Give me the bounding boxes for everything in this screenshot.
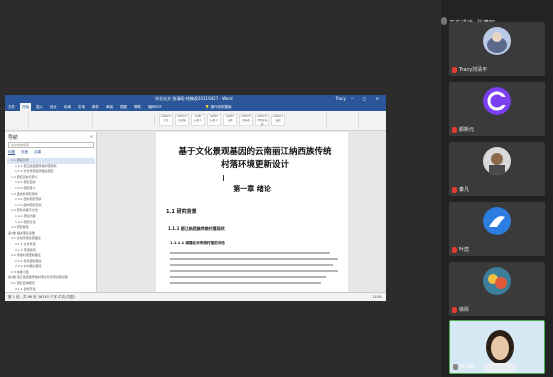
- mic-muted-icon: [452, 127, 457, 133]
- text-line: [170, 252, 330, 254]
- participant-tile[interactable]: 颜新元: [449, 82, 545, 136]
- participant-tile[interactable]: 秦凡: [449, 142, 545, 196]
- participant-tile[interactable]: Tracy刘清平: [449, 22, 545, 76]
- mic-muted-icon: [452, 307, 457, 313]
- ribbon-tabs: 文件 开始 插入 设计 布局 引用 邮件 审阅 视图 帮助 福昕PDF 💡 操作…: [5, 103, 386, 111]
- participant-name: 徐彤: [459, 307, 470, 313]
- text-line: [170, 258, 338, 260]
- avatar: [483, 27, 511, 55]
- style-normal[interactable]: AaBbCcI 正文: [159, 114, 173, 126]
- participant-panel: 正在讲话: 张清昭 Tracy刘清平 颜新元 秦凡 叶蕊 徐彤: [441, 0, 553, 377]
- style-name: 不明显强调: [256, 119, 267, 126]
- heading-2: 1.1.1 丽江纳西族传统村落现状: [168, 226, 225, 231]
- participant-name: 颜新元: [459, 127, 475, 133]
- tab-mailings[interactable]: 邮件: [92, 103, 99, 111]
- paragraph-group[interactable]: [95, 113, 155, 127]
- tab-help[interactable]: 帮助: [134, 103, 141, 111]
- heading-3: 1.1.1.1 城镇化对传统村落的冲击: [170, 241, 225, 245]
- tab-foxit-pdf[interactable]: 福昕PDF: [148, 103, 162, 111]
- style-name: 正文: [163, 119, 169, 122]
- avatar: [483, 147, 511, 175]
- participant-tile-active[interactable]: 张清昭: [449, 320, 545, 374]
- document-heading: 基于文化景观基因的云南丽江纳西族传统 村落环境更新设计: [170, 146, 340, 172]
- clipboard-group[interactable]: [7, 113, 29, 127]
- title-line-1: 基于文化景观基因的云南丽江纳西族传统: [178, 147, 332, 157]
- navigation-pane: 导航 ✕ 在文档中搜索 标题 页面 结果 1.1 研究背景 1.1.1 丽江纳西族…: [5, 132, 97, 301]
- participant-name: 叶蕊: [459, 247, 470, 253]
- style-emphasis[interactable]: AaBbCcI 强调: [271, 114, 285, 126]
- zoom-level[interactable]: 110%: [372, 293, 382, 301]
- text-line: [170, 270, 338, 272]
- tab-insert[interactable]: 插入: [36, 103, 43, 111]
- word-window: 毕业论文-张清昭-终稿改20210427 - Word Tracy ─ □ ✕ …: [5, 95, 386, 301]
- mic-muted-icon: [452, 67, 457, 73]
- nav-search-input[interactable]: 在文档中搜索: [8, 142, 94, 148]
- close-icon[interactable]: ✕: [90, 134, 93, 139]
- tell-me-search[interactable]: 💡 操作说明搜索: [205, 104, 231, 110]
- document-canvas: 基于文化景观基因的云南丽江纳西族传统 村落环境更新设计 第一章 绪论 1.1 研…: [98, 132, 386, 292]
- tab-file[interactable]: 文件: [8, 103, 15, 111]
- text-line: [170, 276, 327, 278]
- font-group[interactable]: [31, 113, 93, 127]
- tab-review[interactable]: 审阅: [106, 103, 113, 111]
- heading-1: 1.1 研究背景: [166, 209, 197, 215]
- text-cursor: [223, 175, 224, 181]
- tab-references[interactable]: 引用: [78, 103, 85, 111]
- nav-tab-pages[interactable]: 页面: [21, 150, 28, 154]
- avatar: [483, 267, 511, 295]
- style-name: 副标题: [242, 119, 250, 122]
- text-line: [170, 282, 322, 284]
- tab-view[interactable]: 视图: [120, 103, 127, 111]
- document-title: 毕业论文-张清昭-终稿改20210427 - Word: [155, 96, 233, 101]
- participant-tile[interactable]: 叶蕊: [449, 202, 545, 256]
- tab-home[interactable]: 开始: [20, 103, 31, 111]
- status-bar: 第 1 页，共 66 页 36245 个字 中文(中国) 110%: [5, 292, 386, 301]
- word-titlebar: 毕业论文-张清昭-终稿改20210427 - Word Tracy ─ □ ✕: [5, 95, 386, 103]
- nav-title: 导航: [8, 135, 19, 141]
- nav-heading-list: 1.1 研究背景 1.1.1 丽江纳西族传统村落现状 1.1.2 文化景观基因相关研…: [7, 158, 95, 301]
- participant-name: Tracy刘清平: [459, 67, 488, 73]
- avatar: [483, 207, 511, 235]
- chapter-title: 第一章 绪论: [233, 184, 271, 193]
- speaker-icon: [441, 17, 447, 25]
- style-name: 标题 1: [194, 119, 202, 122]
- nav-tabs: 标题 页面 结果: [8, 150, 46, 155]
- window-controls[interactable]: ─ □ ✕: [351, 95, 383, 103]
- tell-me-label: 操作说明搜索: [210, 105, 232, 109]
- shared-screen: 毕业论文-张清昭-终稿改20210427 - Word Tracy ─ □ ✕ …: [0, 0, 441, 377]
- style-title[interactable]: AaBbC 标题: [223, 114, 237, 126]
- text-line: [170, 264, 333, 266]
- style-name: 标题: [227, 119, 233, 122]
- style-subtle-emphasis[interactable]: AaBbCcI 不明显强调: [255, 114, 269, 126]
- editing-group[interactable]: [291, 113, 327, 127]
- style-name: 强调: [275, 119, 281, 122]
- ribbon: AaBbCcI 正文 AaBbCcI 无间隔 AaBb 标题 1 AaBbC 标题 2 …: [5, 111, 386, 131]
- tab-design[interactable]: 设计: [50, 103, 57, 111]
- nav-tab-headings[interactable]: 标题: [8, 150, 15, 155]
- title-line-2: 村落环境更新设计: [220, 160, 289, 170]
- mic-muted-icon: [452, 247, 457, 253]
- style-name: 标题 2: [210, 119, 218, 122]
- status-left: 第 1 页，共 66 页 36245 个字 中文(中国): [8, 295, 75, 299]
- participant-tile[interactable]: 徐彤: [449, 262, 545, 316]
- user-name[interactable]: Tracy: [335, 95, 346, 103]
- avatar: [483, 87, 511, 115]
- style-name: 无间隔: [178, 119, 186, 122]
- participant-name: 秦凡: [459, 187, 470, 193]
- nav-tab-results[interactable]: 结果: [34, 150, 41, 154]
- document-page[interactable]: 基于文化景观基因的云南丽江纳西族传统 村落环境更新设计 第一章 绪论 1.1 研…: [156, 132, 348, 292]
- tab-layout[interactable]: 布局: [64, 103, 71, 111]
- style-heading-1[interactable]: AaBb 标题 1: [191, 114, 205, 126]
- participant-name: 张清昭: [460, 364, 476, 370]
- mic-on-icon: [453, 364, 458, 370]
- style-no-spacing[interactable]: AaBbCcI 无间隔: [175, 114, 189, 126]
- style-heading-2[interactable]: AaBbC 标题 2: [207, 114, 221, 126]
- body-text-lines: [170, 252, 338, 288]
- mic-muted-icon: [452, 187, 457, 193]
- foxit-group[interactable]: [329, 113, 359, 127]
- style-subtitle[interactable]: AaBbCcI 副标题: [239, 114, 253, 126]
